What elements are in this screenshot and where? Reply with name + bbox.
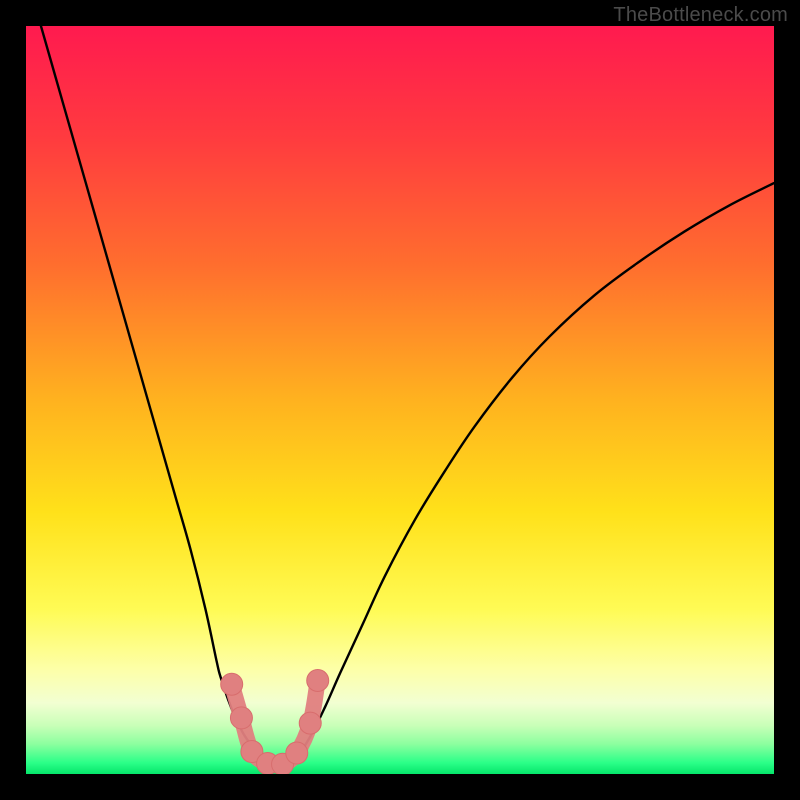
marker-dot [230, 707, 252, 729]
plot-area [26, 26, 774, 774]
curve-layer [26, 26, 774, 774]
marker-dot [299, 712, 321, 734]
marker-dot [221, 673, 243, 695]
chart-frame: TheBottleneck.com [0, 0, 800, 800]
attribution-label: TheBottleneck.com [613, 4, 788, 27]
right-curve [280, 183, 774, 770]
left-curve [41, 26, 280, 770]
marker-dot [286, 742, 308, 764]
marker-dot [307, 670, 329, 692]
marker-group [221, 670, 329, 775]
